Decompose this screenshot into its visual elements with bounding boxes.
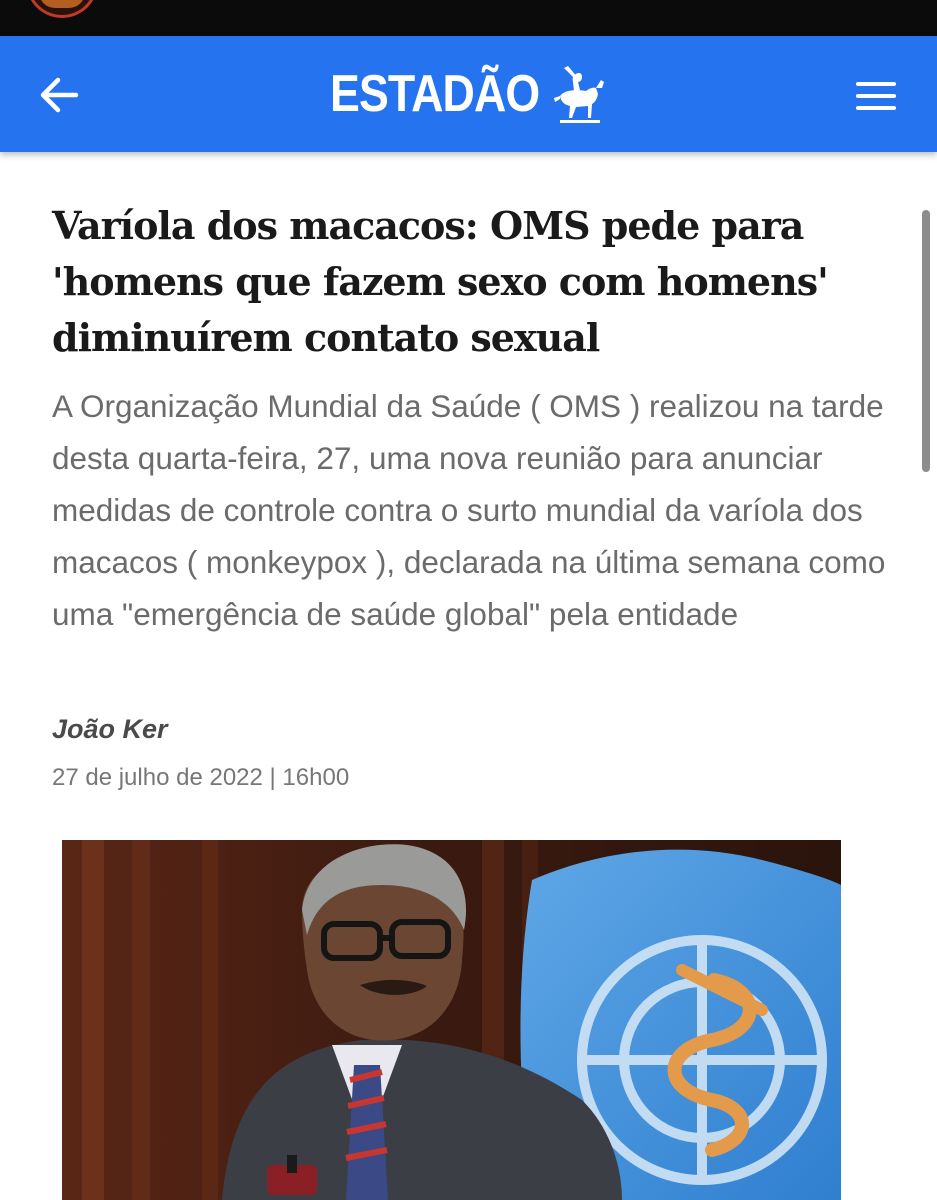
publish-date: 27 de julho de 2022 | 16h00 [52, 764, 350, 791]
article-title: Varíola dos macacos: OMS pede para 'home… [52, 203, 829, 360]
hamburger-menu-icon [856, 82, 896, 110]
back-button[interactable] [36, 72, 82, 118]
menu-button[interactable] [854, 76, 898, 116]
scrollbar[interactable] [922, 210, 930, 472]
horse-rider-logo-icon [554, 66, 604, 123]
article-hero-image [62, 840, 841, 1200]
status-bar [0, 0, 937, 36]
brand-name: ESTADÃO [330, 65, 540, 123]
avatar [26, 0, 98, 18]
arrow-left-icon [40, 77, 79, 113]
avatar-badge [39, 0, 85, 8]
article-lead: A Organização Mundial da Saúde ( OMS ) r… [52, 388, 886, 632]
app-header: ESTADÃO [0, 36, 937, 152]
author-name[interactable]: João Ker [52, 714, 168, 745]
brand-logo-link[interactable]: ESTADÃO [330, 62, 608, 126]
